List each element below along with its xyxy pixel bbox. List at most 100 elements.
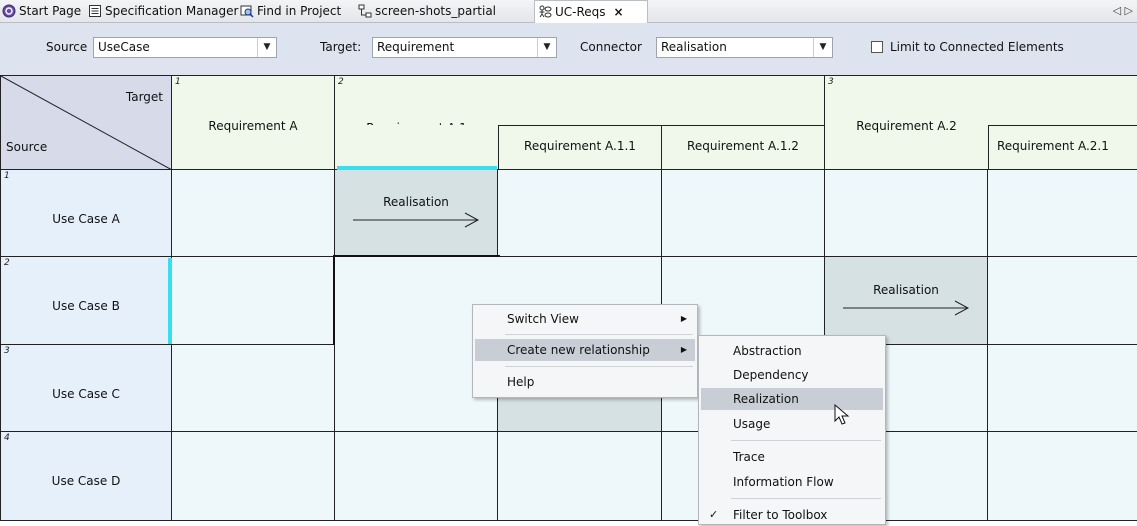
tab-label: Specification Manager: [105, 4, 239, 18]
menu-item-abstraction[interactable]: Abstraction: [701, 340, 883, 362]
column-header[interactable]: Requirement A.1.2: [662, 125, 825, 170]
column-header-lower: [335, 125, 498, 170]
matrix-cell[interactable]: [498, 432, 662, 521]
tab-label: UC-Reqs: [555, 5, 606, 19]
column-header[interactable]: Requirement A.1.1: [498, 125, 662, 170]
source-label: Source: [46, 40, 88, 54]
matrix-cell[interactable]: [335, 432, 498, 521]
row-number: 3: [4, 346, 10, 356]
limit-to-connected-checkbox[interactable]: [871, 41, 883, 53]
matrix-cell[interactable]: [662, 170, 825, 257]
row-number: 2: [4, 258, 10, 268]
matrix-cell[interactable]: [172, 432, 335, 521]
tab-label: screen-shots_partial: [375, 4, 497, 18]
row-header[interactable]: 4 Use Case D: [0, 432, 172, 521]
matrix-cell[interactable]: [988, 345, 1137, 432]
arrow-right-icon: [353, 212, 480, 228]
menu-item-trace[interactable]: Trace: [701, 446, 883, 468]
menu-item-filter-to-toolbox[interactable]: ✓ Filter to Toolbox: [701, 504, 883, 526]
relationship-cell[interactable]: Realisation: [825, 257, 988, 345]
row-header[interactable]: 3 Use Case C: [0, 345, 172, 432]
menu-item-create-new-relationship[interactable]: Create new relationship ▶: [475, 339, 695, 361]
limit-to-connected-label[interactable]: Limit to Connected Elements: [890, 40, 1064, 54]
tab-label: Find in Project: [257, 4, 342, 18]
submenu-arrow-icon: ▶: [680, 345, 687, 354]
tab-label: Start Page: [19, 4, 82, 18]
source-value: UseCase: [98, 40, 150, 54]
close-icon[interactable]: ×: [614, 1, 624, 23]
menu-item-label: Usage: [733, 417, 771, 431]
menu-separator: [731, 440, 881, 441]
matrix-cell[interactable]: [172, 170, 335, 257]
matrix-cell[interactable]: [825, 170, 988, 257]
menu-item-help[interactable]: Help: [475, 371, 695, 393]
relationship-matrix: Target Source 1 Requirement A 2 Requirem…: [0, 75, 1137, 521]
menu-item-dependency[interactable]: Dependency: [701, 364, 883, 386]
menu-item-information-flow[interactable]: Information Flow: [701, 471, 883, 493]
corner-target-label: Target: [125, 90, 163, 104]
menu-item-switch-view[interactable]: Switch View ▶: [475, 308, 695, 330]
column-label: Requirement A.1.1: [524, 139, 636, 153]
row-label: Use Case D: [51, 474, 121, 488]
relationship-cell[interactable]: Realisation: [335, 170, 498, 257]
target-label: Target:: [320, 40, 362, 54]
column-label: Requirement A.2.1: [997, 139, 1109, 153]
context-menu: Switch View ▶ Create new relationship ▶ …: [472, 304, 698, 398]
column-header-group-fill: [498, 75, 825, 125]
submenu-relationship-types: Abstraction Dependency Realization Usage…: [698, 335, 886, 525]
row-number: 1: [4, 171, 10, 181]
matrix-cell[interactable]: [988, 432, 1137, 521]
specification-manager-icon: [89, 5, 101, 17]
relationship-label: Realisation: [873, 283, 939, 297]
row-label: Use Case C: [52, 387, 120, 401]
matrix-cell[interactable]: [172, 345, 335, 432]
column-header[interactable]: 2 Requirement A.1: [335, 75, 498, 135]
matrix-cell[interactable]: [498, 170, 662, 257]
row-header[interactable]: 2 Use Case B: [0, 257, 172, 345]
chevron-down-icon: ▼: [537, 38, 556, 57]
source-dropdown[interactable]: UseCase ▼: [93, 37, 277, 58]
document-tab-bar: Start Page Specification Manager Find in…: [0, 0, 1137, 23]
tab-start-page[interactable]: Start Page: [2, 0, 81, 22]
row-header[interactable]: 1 Use Case A: [0, 170, 172, 257]
tab-specification-manager[interactable]: Specification Manager: [88, 0, 238, 22]
menu-item-label: Information Flow: [733, 475, 834, 489]
tab-scroll-arrows[interactable]: ◁ ▷: [1113, 0, 1133, 22]
tab-uc-reqs[interactable]: UC-Reqs ×: [534, 0, 648, 23]
connector-dropdown[interactable]: Realisation ▼: [656, 37, 833, 58]
start-page-icon: [2, 4, 16, 18]
matrix-cell[interactable]: [172, 257, 335, 345]
menu-item-label: Help: [507, 375, 535, 389]
chevron-down-icon: ▼: [257, 38, 276, 57]
menu-item-usage[interactable]: Usage: [701, 413, 883, 435]
column-label: Requirement A.1.2: [687, 139, 799, 153]
row-number: 4: [4, 433, 10, 443]
column-label: Requirement A: [208, 119, 298, 133]
column-header[interactable]: Requirement A.2.1: [988, 125, 1137, 170]
matrix-toolbar: Source UseCase ▼ Target: Requirement ▼ C…: [0, 23, 1137, 75]
menu-separator: [505, 366, 693, 367]
row-label: Use Case B: [52, 299, 120, 313]
column-header-group-fill: [988, 75, 1137, 125]
diagram-icon: [358, 4, 372, 18]
target-value: Requirement: [377, 40, 455, 54]
menu-item-label: Create new relationship: [507, 343, 650, 357]
column-label: Requirement A.2: [856, 119, 957, 133]
menu-item-realization[interactable]: Realization: [701, 388, 883, 410]
matrix-cell[interactable]: [988, 170, 1137, 257]
chevron-down-icon: ▼: [813, 38, 832, 57]
submenu-arrow-icon: ▶: [680, 314, 687, 323]
tab-screen-shots-partial[interactable]: screen-shots_partial: [358, 0, 496, 22]
checkmark-icon: ✓: [709, 508, 719, 521]
matrix-corner: Target Source: [0, 75, 172, 170]
menu-item-label: Abstraction: [733, 344, 802, 358]
relationship-label: Realisation: [383, 195, 449, 209]
column-header[interactable]: 3 Requirement A.2: [825, 75, 988, 170]
menu-separator: [731, 498, 881, 499]
connector-value: Realisation: [661, 40, 727, 54]
target-dropdown[interactable]: Requirement ▼: [372, 37, 557, 58]
menu-separator: [505, 334, 693, 335]
matrix-cell[interactable]: [988, 257, 1137, 345]
column-header[interactable]: 1 Requirement A: [172, 75, 335, 170]
tab-find-in-project[interactable]: Find in Project: [240, 0, 341, 22]
